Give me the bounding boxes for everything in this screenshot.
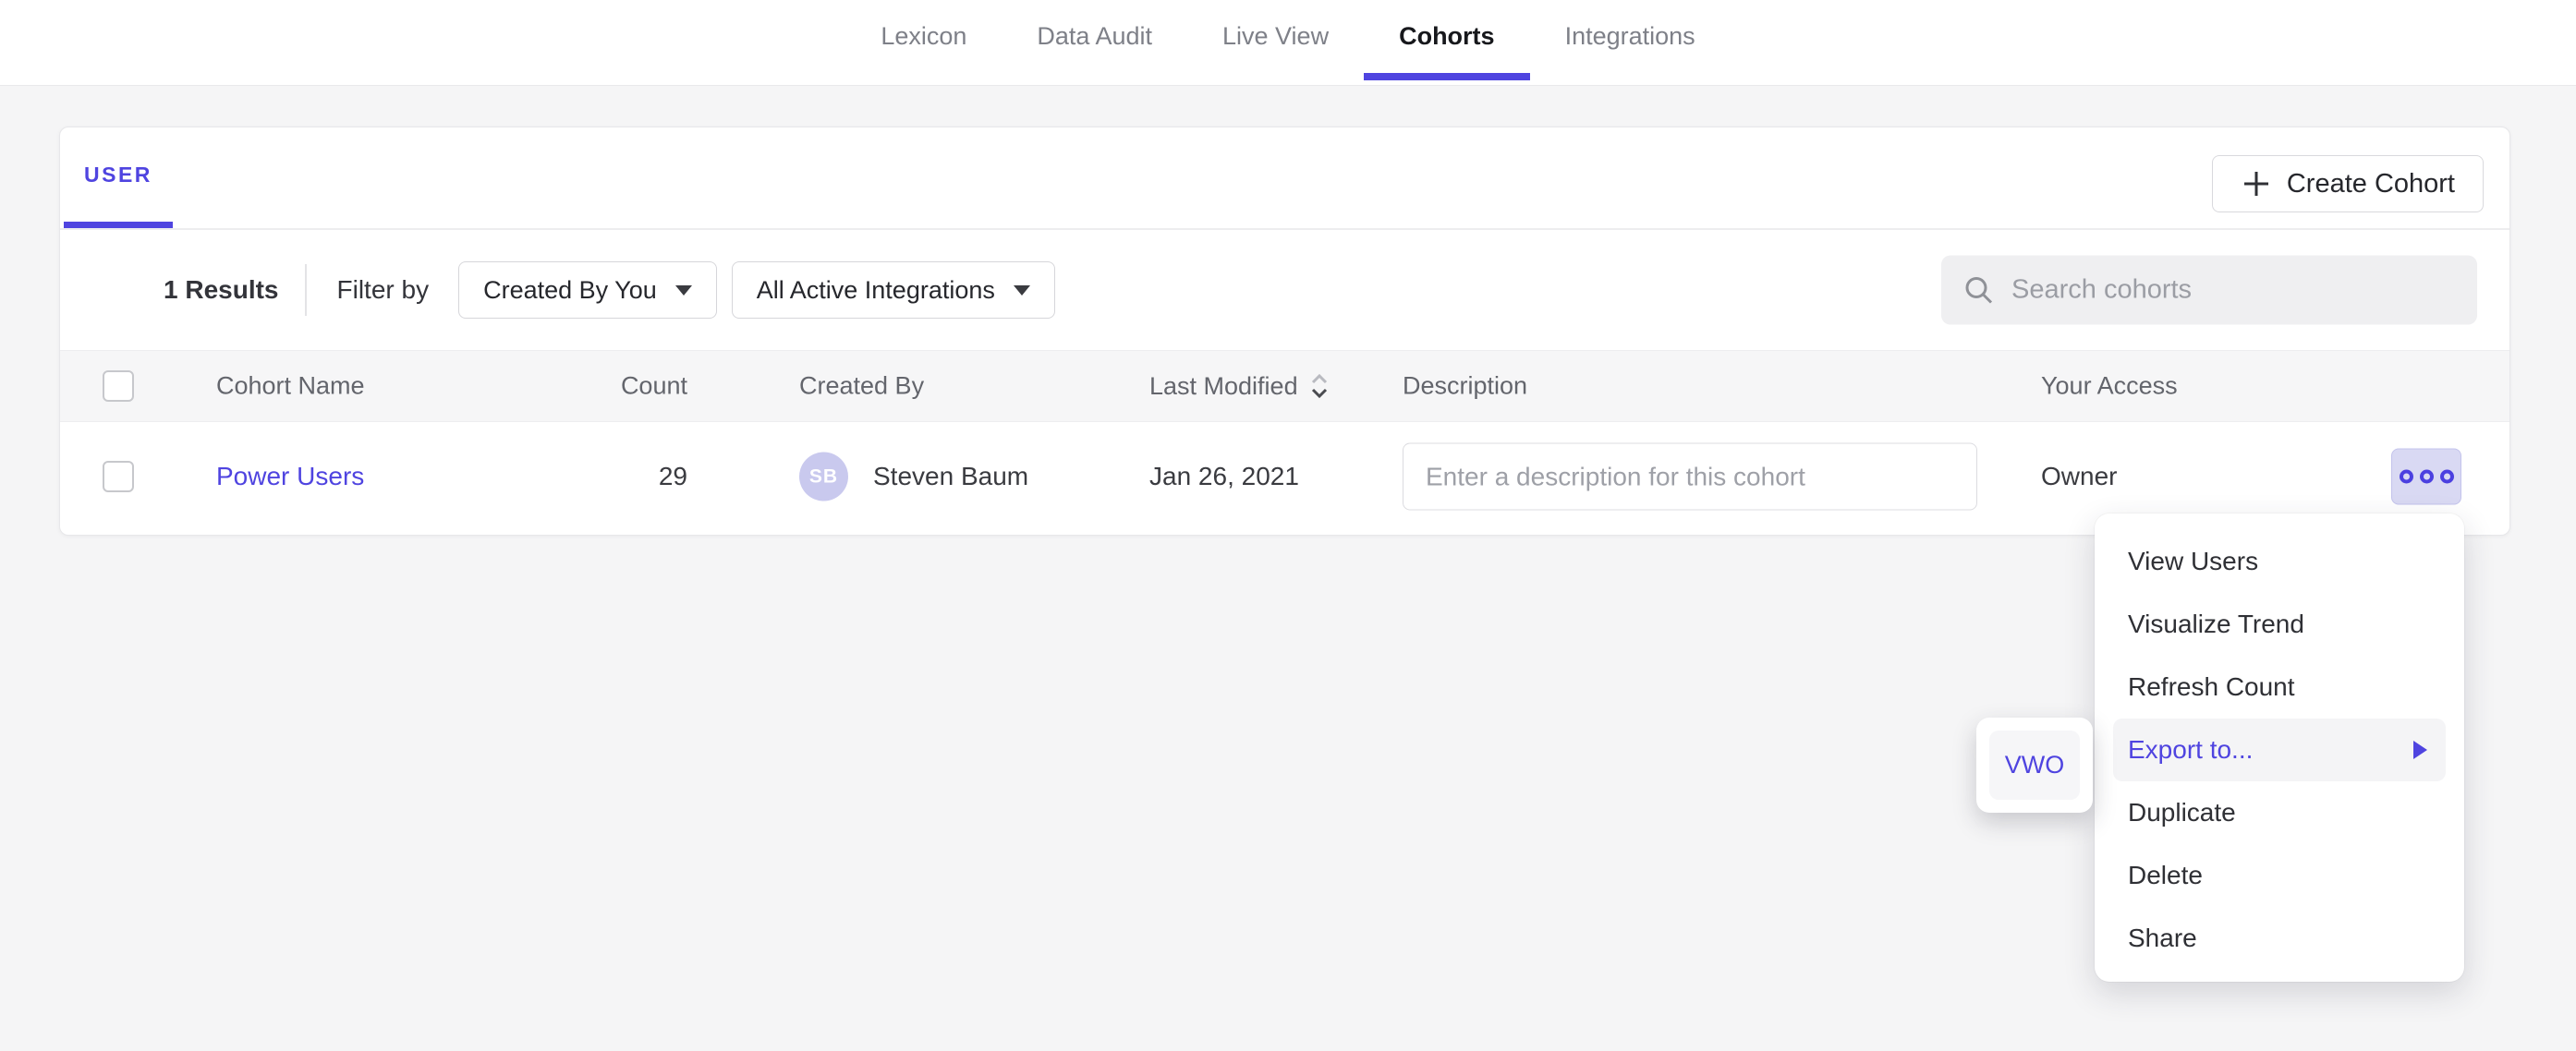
- integrations-dropdown-value: All Active Integrations: [757, 276, 995, 305]
- nav-tab-integrations[interactable]: Integrations: [1530, 0, 1731, 80]
- submenu-arrow-icon: [2413, 741, 2427, 759]
- last-modified-value: Jan 26, 2021: [1149, 462, 1299, 491]
- last-modified-label: Last Modified: [1149, 372, 1298, 401]
- chevron-down-icon: [1014, 285, 1030, 296]
- created-by-dropdown[interactable]: Created By You: [458, 261, 717, 319]
- divider: [305, 264, 307, 316]
- menu-item-delete[interactable]: Delete: [2095, 844, 2464, 907]
- cohort-type-tabstrip: USER Create Cohort: [60, 127, 2509, 230]
- more-options-button[interactable]: [2391, 449, 2461, 505]
- nav-tab-cohorts[interactable]: Cohorts: [1364, 0, 1530, 80]
- cohort-count-value: 29: [448, 462, 687, 491]
- column-header-description[interactable]: Description: [1403, 372, 1527, 401]
- export-submenu: VWO: [1976, 718, 2093, 813]
- create-cohort-label: Create Cohort: [2287, 169, 2455, 199]
- menu-item-duplicate[interactable]: Duplicate: [2095, 781, 2464, 844]
- avatar: SB: [799, 453, 848, 501]
- nav-tab-data-audit[interactable]: Data Audit: [1002, 0, 1187, 80]
- nav-tab-lexicon[interactable]: Lexicon: [845, 0, 1002, 80]
- filter-by-label: Filter by: [337, 275, 430, 305]
- menu-item-view-users[interactable]: View Users: [2095, 530, 2464, 593]
- search-input[interactable]: [2011, 275, 2477, 306]
- description-cell: [1403, 443, 1977, 511]
- more-options-cell: [2391, 449, 2461, 505]
- cohorts-screen: Lexicon Data Audit Live View Cohorts Int…: [0, 0, 2576, 1051]
- top-navigation: Lexicon Data Audit Live View Cohorts Int…: [0, 0, 2576, 86]
- row-context-menu: View Users Visualize Trend Refresh Count…: [2095, 513, 2464, 982]
- export-to-label: Export to...: [2128, 735, 2253, 765]
- cohort-name-link[interactable]: Power Users: [216, 462, 364, 491]
- sort-icon[interactable]: [1309, 371, 1330, 401]
- filter-bar: 1 Results Filter by Created By You All A…: [60, 230, 2509, 350]
- nav-tab-live-view[interactable]: Live View: [1187, 0, 1364, 80]
- column-header-count[interactable]: Count: [448, 372, 687, 401]
- cohorts-panel: USER Create Cohort 1 Results Filter by C…: [59, 127, 2510, 536]
- select-all-checkbox[interactable]: [103, 370, 134, 402]
- menu-item-refresh-count[interactable]: Refresh Count: [2095, 656, 2464, 719]
- more-options-icon: [2440, 470, 2454, 484]
- access-value: Owner: [2041, 462, 2117, 491]
- menu-item-visualize-trend[interactable]: Visualize Trend: [2095, 593, 2464, 656]
- table-header: Cohort Name Count Created By Last Modifi…: [60, 350, 2509, 422]
- plus-icon: [2241, 168, 2272, 199]
- results-count: 1 Results: [164, 275, 279, 305]
- description-input[interactable]: [1403, 443, 1977, 511]
- tab-user-cohorts[interactable]: USER: [64, 127, 173, 228]
- row-checkbox[interactable]: [103, 461, 134, 492]
- select-all-checkbox-cell: [103, 370, 134, 402]
- search-cohorts-box: [1941, 256, 2477, 325]
- more-options-icon: [2400, 470, 2413, 484]
- search-icon: [1963, 274, 1995, 306]
- row-checkbox-cell: [103, 461, 134, 492]
- menu-item-export-to[interactable]: Export to...: [2113, 719, 2446, 781]
- menu-item-share[interactable]: Share: [2095, 907, 2464, 970]
- more-options-icon: [2420, 470, 2434, 484]
- avatar-initials: SB: [799, 453, 848, 501]
- column-header-your-access[interactable]: Your Access: [2041, 372, 2178, 401]
- integrations-dropdown[interactable]: All Active Integrations: [732, 261, 1055, 319]
- column-header-last-modified[interactable]: Last Modified: [1149, 371, 1330, 401]
- column-header-cohort-name[interactable]: Cohort Name: [216, 372, 365, 401]
- created-by-value: Steven Baum: [873, 462, 1028, 491]
- column-header-created-by[interactable]: Created By: [799, 372, 924, 401]
- create-cohort-button[interactable]: Create Cohort: [2212, 155, 2484, 212]
- chevron-down-icon: [675, 285, 692, 296]
- created-by-dropdown-value: Created By You: [483, 276, 657, 305]
- submenu-item-vwo[interactable]: VWO: [1989, 731, 2080, 800]
